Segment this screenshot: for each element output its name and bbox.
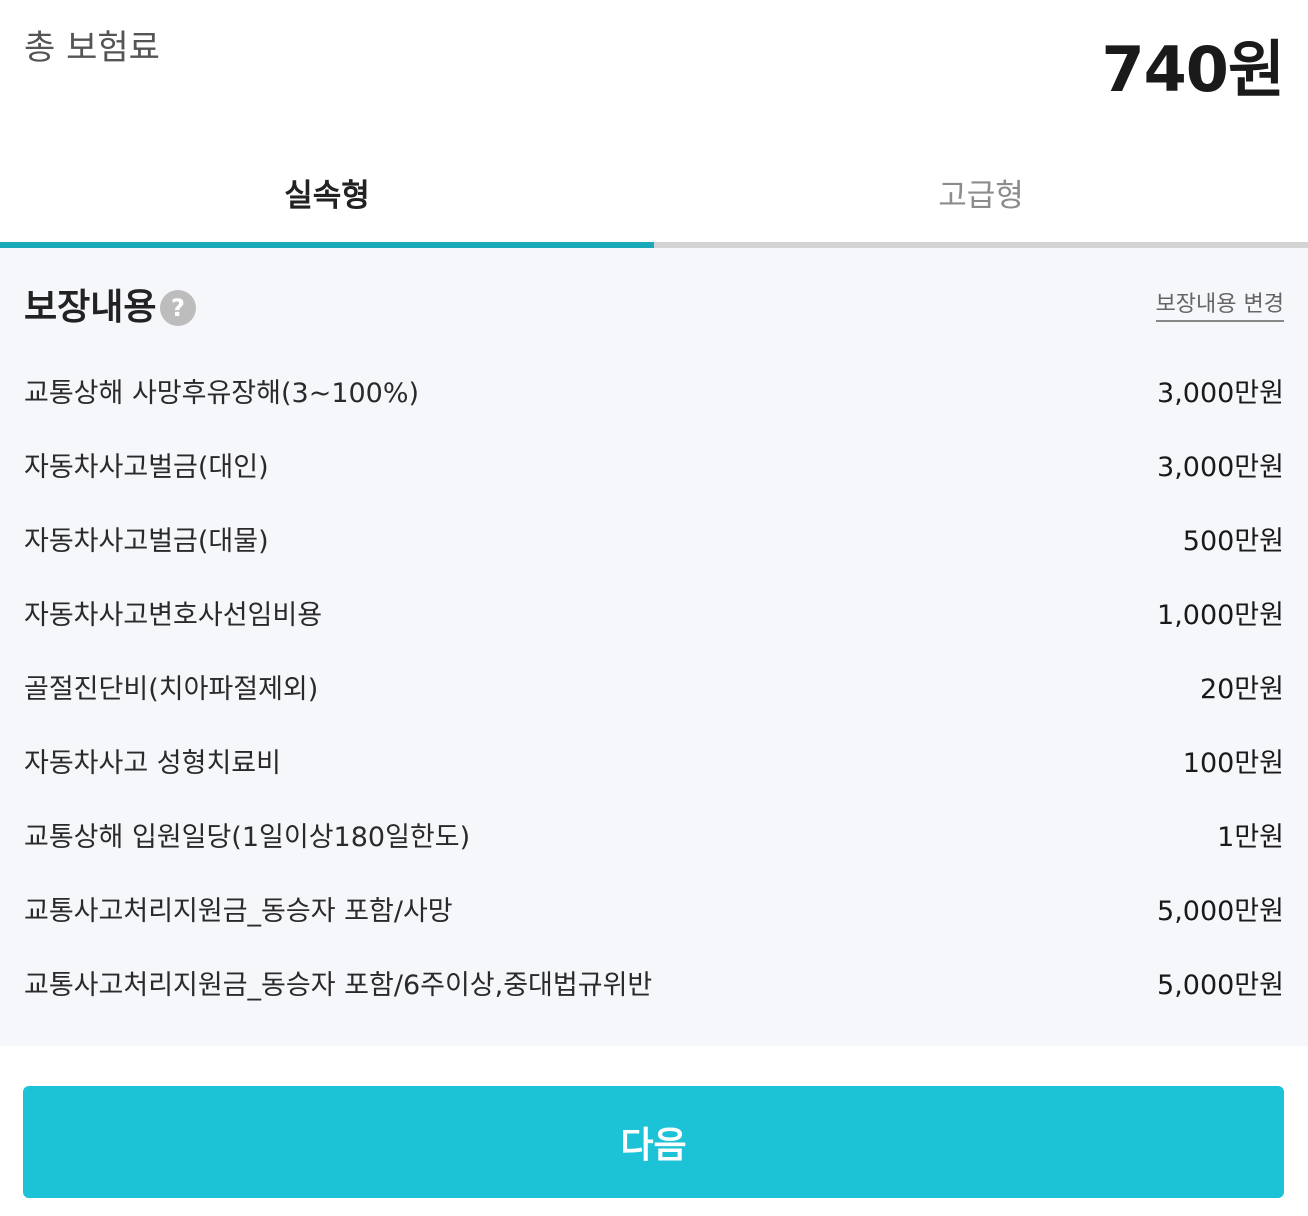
coverage-row: 자동차사고 성형치료비 100만원 bbox=[0, 728, 1308, 802]
coverage-item-name: 자동차사고 성형치료비 bbox=[24, 748, 281, 779]
total-premium-label: 총 보험료 bbox=[24, 28, 160, 68]
coverage-item-name: 교통사고처리지원금_동승자 포함/6주이상,중대법규위반 bbox=[24, 970, 653, 1001]
tab-premium-plan-label: 고급형 bbox=[938, 177, 1024, 214]
next-button[interactable]: 다음 bbox=[23, 1086, 1284, 1198]
coverage-row: 자동차사고변호사선임비용 1,000만원 bbox=[0, 580, 1308, 654]
coverage-item-name: 교통상해 사망후유장해(3~100%) bbox=[24, 378, 420, 409]
tab-premium-plan[interactable]: 고급형 bbox=[654, 150, 1308, 248]
coverage-list: 교통상해 사망후유장해(3~100%) 3,000만원 자동차사고벌금(대인) … bbox=[0, 358, 1308, 1024]
total-premium-value: 740원 bbox=[1101, 33, 1285, 106]
coverage-item-amount: 500만원 bbox=[1182, 526, 1284, 557]
premium-header: 총 보험료 740원 bbox=[0, 0, 1308, 150]
tab-basic-plan[interactable]: 실속형 bbox=[0, 150, 654, 248]
coverage-row: 자동차사고벌금(대물) 500만원 bbox=[0, 506, 1308, 580]
coverage-row: 교통사고처리지원금_동승자 포함/6주이상,중대법규위반 5,000만원 bbox=[0, 950, 1308, 1024]
coverage-row: 교통상해 사망후유장해(3~100%) 3,000만원 bbox=[0, 358, 1308, 432]
coverage-panel: 보장내용 ? 보장내용 변경 교통상해 사망후유장해(3~100%) 3,000… bbox=[0, 248, 1308, 1046]
coverage-title: 보장내용 bbox=[24, 287, 157, 328]
coverage-header: 보장내용 ? 보장내용 변경 bbox=[0, 248, 1308, 358]
coverage-row: 골절진단비(치아파절제외) 20만원 bbox=[0, 654, 1308, 728]
coverage-item-amount: 3,000만원 bbox=[1157, 378, 1284, 409]
coverage-item-name: 골절진단비(치아파절제외) bbox=[24, 674, 319, 705]
coverage-item-name: 교통사고처리지원금_동승자 포함/사망 bbox=[24, 896, 453, 927]
change-coverage-link[interactable]: 보장내용 변경 bbox=[1155, 290, 1284, 322]
coverage-row: 교통상해 입원일당(1일이상180일한도) 1만원 bbox=[0, 802, 1308, 876]
coverage-item-name: 자동차사고벌금(대인) bbox=[24, 452, 269, 483]
coverage-item-amount: 20만원 bbox=[1199, 674, 1284, 705]
coverage-item-name: 자동차사고변호사선임비용 bbox=[24, 600, 323, 631]
question-circle-icon[interactable]: ? bbox=[160, 290, 196, 326]
coverage-row: 자동차사고벌금(대인) 3,000만원 bbox=[0, 432, 1308, 506]
tab-basic-plan-label: 실속형 bbox=[284, 177, 370, 214]
coverage-item-amount: 5,000만원 bbox=[1157, 970, 1284, 1001]
coverage-item-amount: 1만원 bbox=[1217, 822, 1284, 853]
coverage-item-amount: 3,000만원 bbox=[1157, 452, 1284, 483]
coverage-row: 교통사고처리지원금_동승자 포함/사망 5,000만원 bbox=[0, 876, 1308, 950]
coverage-item-amount: 100만원 bbox=[1182, 748, 1284, 779]
coverage-item-amount: 5,000만원 bbox=[1157, 896, 1284, 927]
coverage-item-name: 교통상해 입원일당(1일이상180일한도) bbox=[24, 822, 471, 853]
coverage-item-name: 자동차사고벌금(대물) bbox=[24, 526, 269, 557]
plan-tabs: 실속형 고급형 bbox=[0, 150, 1308, 250]
coverage-item-amount: 1,000만원 bbox=[1157, 600, 1284, 631]
